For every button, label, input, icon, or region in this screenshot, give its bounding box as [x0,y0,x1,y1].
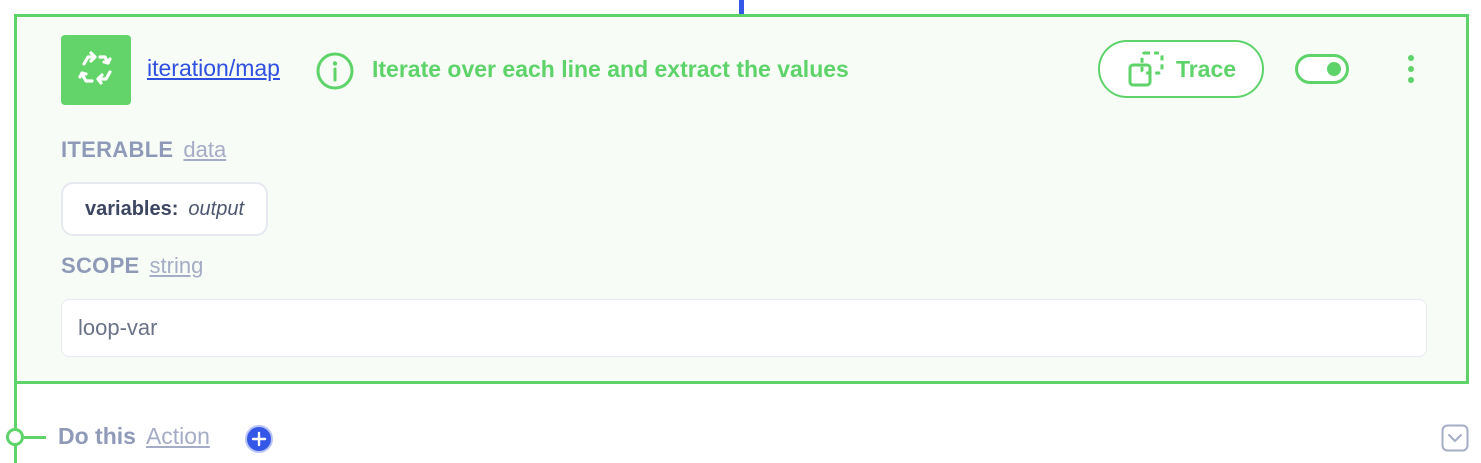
add-action-icon[interactable] [244,424,274,454]
scope-field-label: SCOPE string [61,253,203,279]
info-icon[interactable] [315,51,355,91]
trace-button-label: Trace [1175,55,1237,82]
iterable-label-text: ITERABLE [61,137,174,162]
pill-value: output [188,197,244,220]
scope-input[interactable]: loop-var [61,299,1427,357]
pill-key: variables: [85,197,179,220]
toggle-knob [1327,62,1341,76]
action-type-link[interactable]: Action [146,423,210,449]
step-enabled-toggle[interactable] [1295,54,1349,84]
iterable-field-label: ITERABLE data [61,137,226,163]
more-options-icon[interactable] [1404,55,1418,87]
trace-icon [1128,51,1164,87]
flow-connector-top [739,0,744,14]
iterable-value-pill[interactable]: variables: output [61,182,268,236]
do-this-text: Do this [58,423,136,449]
module-name-link[interactable]: iteration/map [147,55,280,82]
step-summary: Iterate over each line and extract the v… [372,56,849,82]
flow-node-stub [24,436,46,439]
chevron-down-icon[interactable] [1441,424,1469,452]
recycle-icon [61,35,131,105]
iteration-map-step-card: iteration/map Iterate over each line and… [14,14,1469,384]
do-this-label: Do this Action [58,423,210,450]
scope-label-text: SCOPE [61,253,140,278]
flow-rail [14,384,17,463]
scope-type-link[interactable]: string [150,253,204,278]
trace-button[interactable]: Trace [1098,40,1264,98]
iterable-type-link[interactable]: data [183,137,226,162]
flow-node [6,428,24,446]
